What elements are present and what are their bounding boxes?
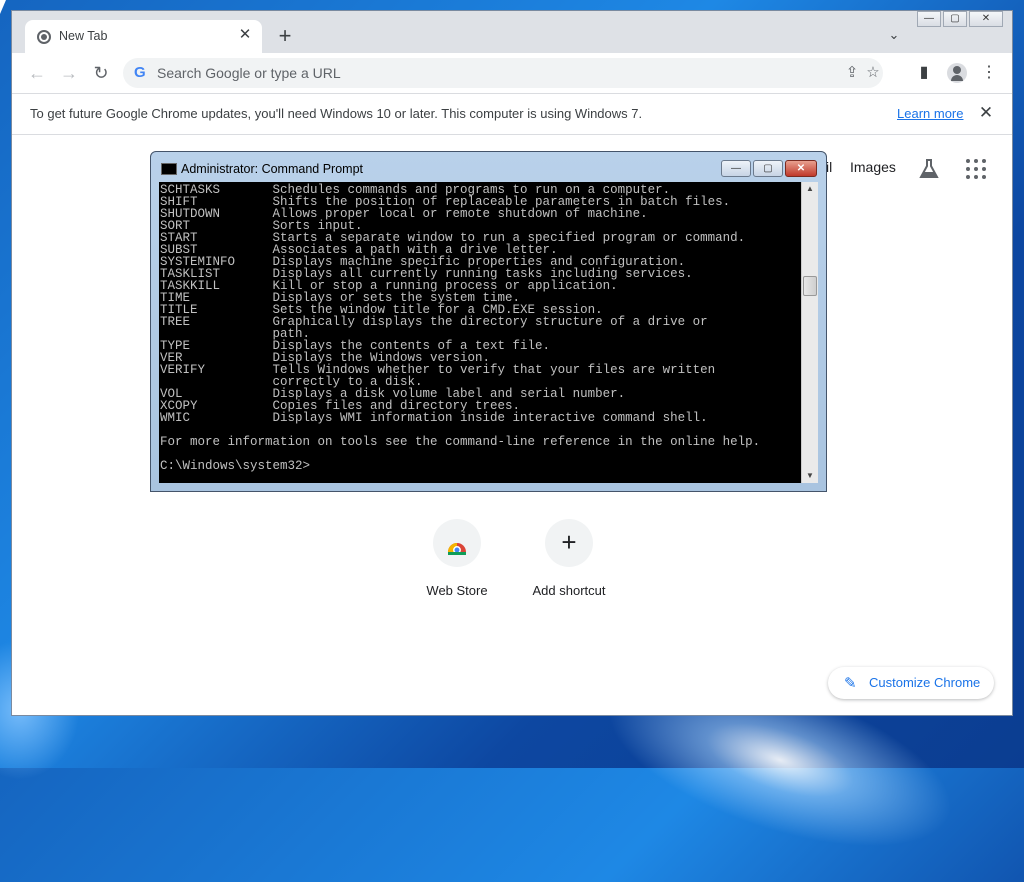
menu-kebab-icon[interactable]: ⋮: [979, 63, 999, 83]
omnibox-placeholder: Search Google or type a URL: [157, 65, 341, 81]
tab-close-icon[interactable]: ✕: [236, 26, 254, 44]
cmd-title: Administrator: Command Prompt: [181, 162, 364, 176]
shortcut-add[interactable]: + Add shortcut: [524, 519, 614, 598]
google-g-icon: G: [134, 64, 146, 81]
toolbar: ← → ↻ G Search Google or type a URL ⇪ ☆ …: [12, 53, 1012, 93]
scroll-up-arrow-icon[interactable]: ▲: [802, 182, 818, 196]
shortcut-web-store[interactable]: Web Store: [412, 519, 502, 598]
command-prompt-window[interactable]: Administrator: Command Prompt — ▢ ✕ SCHT…: [150, 151, 827, 492]
console-scrollbar[interactable]: ▲ ▼: [801, 182, 818, 483]
infobar-close-icon[interactable]: ✕: [977, 103, 995, 123]
shortcut-label: Add shortcut: [532, 583, 606, 598]
images-link[interactable]: Images: [850, 159, 896, 175]
console-output[interactable]: SCHTASKS Schedules commands and programs…: [159, 182, 801, 483]
update-infobar: To get future Google Chrome updates, you…: [12, 93, 1012, 135]
new-tab-button[interactable]: +: [274, 25, 296, 48]
customize-label: Customize Chrome: [869, 675, 981, 690]
console-line: For more information on tools see the co…: [160, 435, 761, 449]
reload-icon[interactable]: ↻: [90, 62, 112, 84]
console-line: C:\Windows\system32>: [160, 459, 311, 473]
mouse-cursor-icon: [0, 0, 6, 14]
star-icon[interactable]: ☆: [864, 64, 882, 82]
scroll-down-arrow-icon[interactable]: ▼: [802, 469, 818, 483]
google-apps-icon[interactable]: [966, 159, 986, 179]
side-panel-icon[interactable]: ▮: [914, 63, 934, 83]
omnibox[interactable]: G Search Google or type a URL ⇪ ☆: [123, 58, 883, 88]
maximize-button[interactable]: ▢: [943, 11, 967, 27]
learn-more-link[interactable]: Learn more: [897, 106, 963, 121]
cmd-titlebar[interactable]: Administrator: Command Prompt — ▢ ✕: [151, 152, 826, 182]
close-button[interactable]: ✕: [969, 11, 1003, 27]
console-line: WMIC Displays WMI information inside int…: [160, 411, 708, 425]
console-icon: [161, 163, 177, 175]
tab-search-chevron-icon[interactable]: ⌄: [884, 27, 904, 47]
cmd-close-button[interactable]: ✕: [785, 160, 817, 177]
plus-icon: +: [545, 519, 593, 567]
pencil-icon: ✎: [844, 675, 857, 692]
tab-new-tab[interactable]: New Tab ✕: [25, 20, 262, 53]
customize-chrome-button[interactable]: ✎ Customize Chrome: [828, 667, 994, 699]
back-arrow-icon[interactable]: ←: [26, 62, 48, 84]
profile-avatar-icon[interactable]: [947, 63, 967, 83]
labs-flask-icon[interactable]: [917, 157, 941, 181]
web-store-icon: [433, 519, 481, 567]
share-icon[interactable]: ⇪: [843, 64, 861, 82]
forward-arrow-icon[interactable]: →: [58, 62, 80, 84]
chrome-icon: [37, 30, 51, 44]
cmd-maximize-button[interactable]: ▢: [753, 160, 783, 177]
shortcut-label: Web Store: [426, 583, 488, 598]
scroll-thumb[interactable]: [803, 276, 817, 296]
minimize-button[interactable]: —: [917, 11, 941, 27]
tab-title: New Tab: [59, 29, 108, 43]
tab-strip: New Tab ✕ + ⌄ — ▢ ✕: [12, 11, 1012, 53]
infobar-message: To get future Google Chrome updates, you…: [30, 106, 643, 121]
cmd-minimize-button[interactable]: —: [721, 160, 751, 177]
window-controls: — ▢ ✕: [917, 11, 1007, 29]
